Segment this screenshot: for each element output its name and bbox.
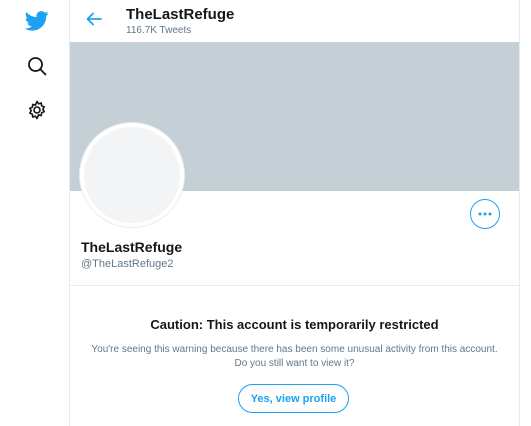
profile-header-bar: TheLastRefuge 116.7K Tweets [70, 0, 519, 42]
more-options-button[interactable] [470, 199, 500, 229]
profile-display-name: TheLastRefuge [81, 239, 183, 255]
view-profile-button[interactable]: Yes, view profile [238, 384, 349, 413]
gear-icon[interactable] [24, 97, 50, 123]
avatar [80, 123, 184, 227]
profile-column: TheLastRefuge 116.7K Tweets TheLastRefug… [70, 0, 520, 426]
search-icon[interactable] [24, 53, 50, 79]
restriction-warning-text: You're seeing this warning because there… [91, 344, 498, 369]
left-navigation-rail [0, 0, 70, 426]
header-account-name: TheLastRefuge [126, 6, 235, 23]
restriction-warning-title: Caution: This account is temporarily res… [150, 317, 439, 332]
back-arrow-icon[interactable] [83, 8, 105, 30]
header-tweet-count: 116.7K Tweets [126, 25, 192, 36]
twitter-logo-icon[interactable] [24, 8, 50, 34]
more-dots-icon [478, 212, 492, 216]
section-divider [70, 285, 519, 286]
profile-handle: @TheLastRefuge2 [81, 258, 174, 270]
